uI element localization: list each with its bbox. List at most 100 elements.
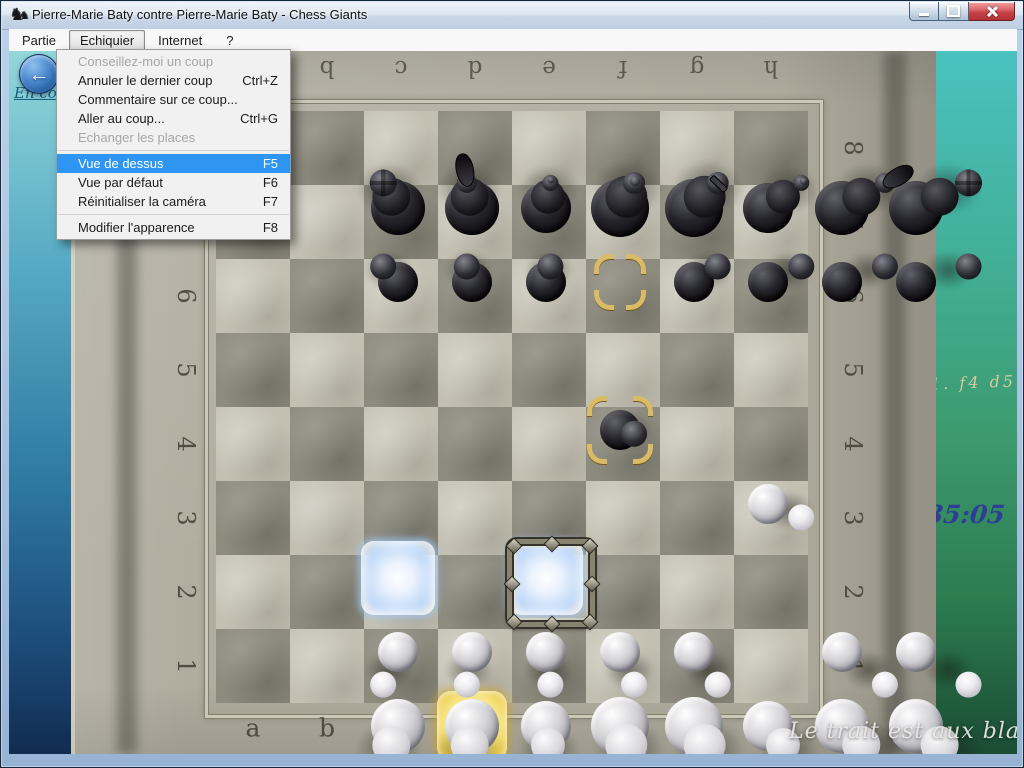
menu-item-vue-de-dessus[interactable]: Vue de dessus F5 xyxy=(57,154,290,173)
menubar-item-echiquier[interactable]: Echiquier xyxy=(69,30,145,51)
square-b1[interactable] xyxy=(290,629,364,703)
square-h1[interactable] xyxy=(734,629,808,703)
square-b6[interactable] xyxy=(290,259,364,333)
square-b7[interactable] xyxy=(290,185,364,259)
menu-item-shortcut: F7 xyxy=(263,194,278,209)
square-a2[interactable] xyxy=(216,555,290,629)
menu-item-shortcut: F6 xyxy=(263,175,278,190)
square-g4[interactable] xyxy=(660,407,734,481)
file-label-top-h: h xyxy=(764,55,779,81)
square-a4[interactable] xyxy=(216,407,290,481)
square-b5[interactable] xyxy=(290,333,364,407)
rank-label-right-8: 8 xyxy=(839,140,867,155)
square-d5[interactable] xyxy=(438,333,512,407)
back-button[interactable]: ← xyxy=(19,54,59,94)
file-label-bottom-b: b xyxy=(319,714,335,743)
rank-label-left-2: 2 xyxy=(172,584,200,599)
square-b8[interactable] xyxy=(290,111,364,185)
rank-label-right-3: 3 xyxy=(839,510,867,525)
menu-item-reinitialiser-la-camera[interactable]: Réinitialiser la caméra F7 xyxy=(57,192,290,211)
hint-square-a3[interactable] xyxy=(361,541,435,615)
app-icon: ♞♞ xyxy=(9,6,29,25)
board-grid xyxy=(216,111,808,703)
square-g5[interactable] xyxy=(660,333,734,407)
app-window: ♞♞ Pierre-Marie Baty contre Pierre-Marie… xyxy=(0,0,1024,768)
file-label-top-f: f xyxy=(619,55,628,81)
menu-item-aller-au-coup[interactable]: Aller au coup... Ctrl+G xyxy=(57,109,290,128)
menu-item-shortcut: Ctrl+G xyxy=(240,111,278,126)
square-c5[interactable] xyxy=(364,333,438,407)
square-d2[interactable] xyxy=(438,555,512,629)
square-b3[interactable] xyxy=(290,481,364,555)
square-a6[interactable] xyxy=(216,259,290,333)
turn-status-text: Le trait est aux blancs. xyxy=(789,719,1017,744)
square-c4[interactable] xyxy=(364,407,438,481)
menu-item-label: Réinitialiser la caméra xyxy=(78,194,206,209)
gold-corner-icon xyxy=(626,254,646,274)
back-arrow-icon: ← xyxy=(29,64,50,85)
menu-item-vue-par-defaut[interactable]: Vue par défaut F6 xyxy=(57,173,290,192)
square-a5[interactable] xyxy=(216,333,290,407)
menubar-item-internet[interactable]: Internet xyxy=(147,30,213,51)
menubar-item-aide[interactable]: ? xyxy=(215,30,244,51)
menu-item-label: Echanger les places xyxy=(78,130,195,145)
restore-window-icon xyxy=(947,5,960,17)
menu-item-label: Vue par défaut xyxy=(78,175,163,190)
frame-ornament-icon xyxy=(544,536,561,553)
maximize-button[interactable] xyxy=(939,2,969,21)
menu-item-modifier-l-apparence[interactable]: Modifier l'apparenceF8 xyxy=(57,218,290,237)
square-h5[interactable] xyxy=(734,333,808,407)
close-button[interactable] xyxy=(969,2,1015,21)
file-label-bottom-a: a xyxy=(246,714,261,743)
menu-item-commentaire-sur-ce-coup[interactable]: Commentaire sur ce coup... xyxy=(57,90,290,109)
square-d3[interactable] xyxy=(438,481,512,555)
file-label-top-e: e xyxy=(542,55,556,81)
square-h4[interactable] xyxy=(734,407,808,481)
square-e5[interactable] xyxy=(512,333,586,407)
minimize-bar-icon xyxy=(919,13,929,16)
rank-label-left-6: 6 xyxy=(172,288,200,303)
menu-item-label: Vue de dessus xyxy=(78,156,164,171)
square-b2[interactable] xyxy=(290,555,364,629)
menubar-item-partie[interactable]: Partie xyxy=(11,30,67,51)
rank-label-left-4: 4 xyxy=(172,436,200,451)
frame-ornament-icon xyxy=(504,576,521,593)
menu-item-echanger-les-places[interactable]: Echanger les places xyxy=(57,128,290,147)
square-g3[interactable] xyxy=(660,481,734,555)
menu-item-label: Aller au coup... xyxy=(78,111,165,126)
clock: 35:05 xyxy=(924,500,1006,529)
file-label-top-c: c xyxy=(395,55,408,81)
menu-item-conseillez-moi-un-coup[interactable]: Conseillez-moi un coup xyxy=(57,52,290,71)
file-label-top-b: b xyxy=(320,55,335,81)
right-panel xyxy=(936,51,1017,754)
menu-item-shortcut: F5 xyxy=(263,156,278,171)
menu-item-shortcut: Ctrl+Z xyxy=(242,73,278,88)
square-h2[interactable] xyxy=(734,555,808,629)
gold-corner-icon xyxy=(594,290,614,310)
square-f2[interactable] xyxy=(586,555,660,629)
menu-separator xyxy=(58,214,289,215)
move-from-marker xyxy=(583,245,657,319)
rank-label-left-5: 5 xyxy=(172,362,200,377)
menu-separator xyxy=(58,150,289,151)
move-list: 1. f4 d5 xyxy=(930,372,1017,394)
window-title: Pierre-Marie Baty contre Pierre-Marie Ba… xyxy=(32,7,367,22)
minimize-button[interactable] xyxy=(909,2,939,21)
square-a1[interactable] xyxy=(216,629,290,703)
gold-corner-icon xyxy=(587,444,607,464)
title-bar[interactable]: ♞♞ Pierre-Marie Baty contre Pierre-Marie… xyxy=(2,2,1023,30)
rank-label-right-5: 5 xyxy=(839,362,867,377)
square-b4[interactable] xyxy=(290,407,364,481)
rank-label-left-3: 3 xyxy=(172,510,200,525)
square-a3[interactable] xyxy=(216,481,290,555)
square-g2[interactable] xyxy=(660,555,734,629)
square-d4[interactable] xyxy=(438,407,512,481)
rank-label-right-2: 2 xyxy=(839,584,867,599)
echiquier-menu: Conseillez-moi un coupAnnuler le dernier… xyxy=(56,49,291,240)
menu-item-annuler-le-dernier-coup[interactable]: Annuler le dernier coupCtrl+Z xyxy=(57,71,290,90)
square-e4[interactable] xyxy=(512,407,586,481)
file-label-top-d: d xyxy=(468,55,483,81)
gold-corner-icon xyxy=(626,290,646,310)
menu-item-label: Modifier l'apparence xyxy=(78,220,195,235)
menu-item-label: Commentaire sur ce coup... xyxy=(78,92,238,107)
